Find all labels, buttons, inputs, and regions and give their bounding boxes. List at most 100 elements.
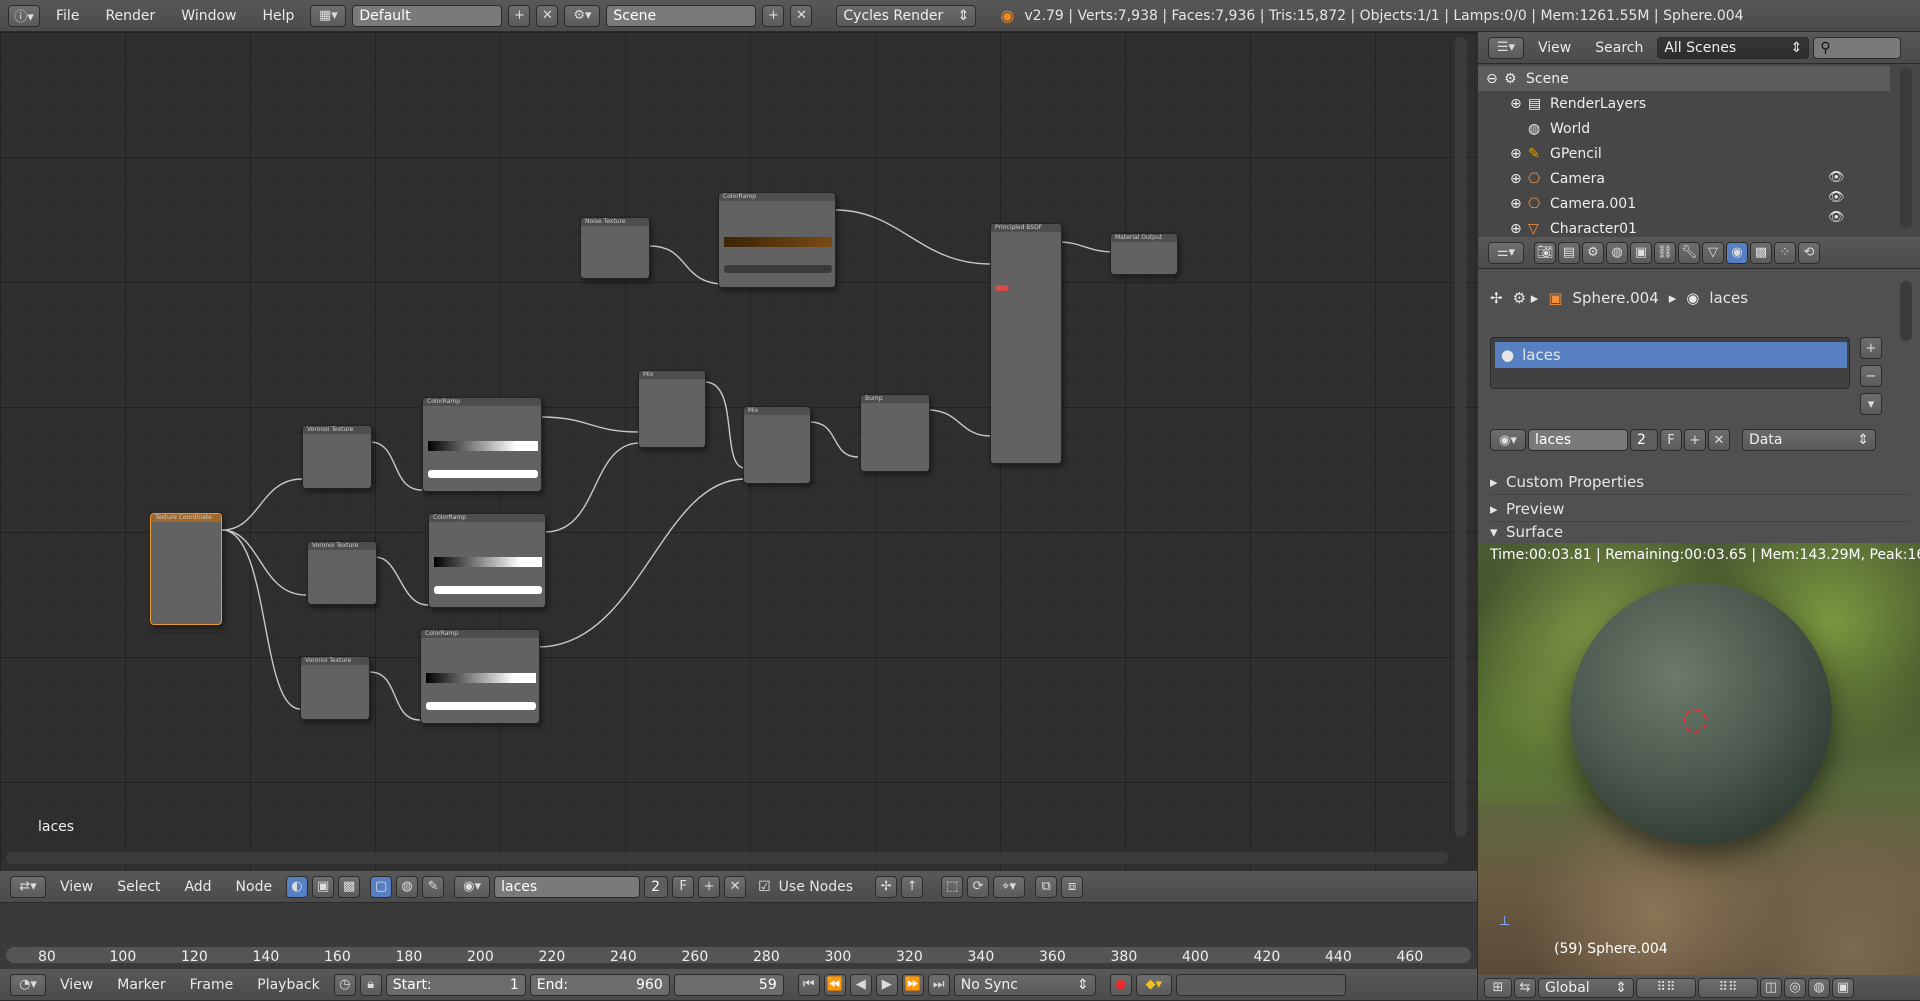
material-browse-icon[interactable]: ◉▾ [1490,429,1526,451]
scene-icon[interactable]: ⚙▾ [564,4,601,27]
object-shader-icon[interactable]: ▢ [370,875,393,898]
physics-tab-icon[interactable]: ⟲ [1798,241,1820,264]
modifiers-tab-icon[interactable]: 🔧︎ [1678,241,1700,264]
scene-tab-icon[interactable]: ⚙ [1582,241,1604,264]
node-material-output[interactable]: Material Output [1110,233,1178,275]
menu-file[interactable]: File [46,8,89,24]
texture-nodes-icon[interactable]: ▩ [338,875,361,898]
node-texture-coordinate[interactable]: Texture Coordinate [150,513,222,625]
pin-icon[interactable]: ✢ [1490,289,1503,307]
constraints-tab-icon[interactable]: ⛓ [1654,241,1676,264]
fake-user-button[interactable]: F [1660,429,1682,451]
node-voronoi-1[interactable]: Voronoi Texture [302,425,372,489]
world-shader-icon[interactable]: ◍ [396,875,419,898]
render-layer-icon[interactable]: ◫ [1760,977,1782,998]
properties-editor-type-icon[interactable]: ⚌▾ [1488,241,1524,264]
material-users-field[interactable]: 2 [644,875,669,898]
node-colorramp-2[interactable]: ColorRamp [428,513,546,608]
vertical-scrollbar[interactable] [1455,37,1467,837]
outliner-row-renderlayers[interactable]: ⊕ ▤ RenderLayers [1478,91,1890,116]
play-icon[interactable]: ▶ [875,973,898,996]
preview-range-icon[interactable]: ◷ [333,973,356,996]
outliner-row-scene[interactable]: ⊖ ⚙ Scene [1478,66,1890,91]
backdrop-icon[interactable]: ⬚ [941,875,964,898]
menu-search[interactable]: Search [1585,40,1653,56]
visibility-eye-icon[interactable]: 👁︎ 👁︎ 👁︎ [1828,170,1845,225]
menu-node[interactable]: Node [226,879,283,895]
menu-render[interactable]: Render [95,8,165,24]
particles-tab-icon[interactable]: ⁘ [1774,241,1796,264]
new-material-icon[interactable]: + [1684,429,1706,451]
panel-surface[interactable]: ▾ Surface [1490,523,1910,543]
expand-icon[interactable]: ⊕ [1510,96,1528,112]
timeline-scrubber[interactable] [6,947,1471,963]
timeline-area[interactable]: 80 100 120 140 160 180 200 220 240 260 280 300 320 34… [0,903,1477,969]
object-tab-icon[interactable]: ▣ [1630,241,1652,264]
menu-view[interactable]: View [50,977,103,993]
fake-user-button[interactable]: F [672,875,695,898]
node-colorramp-top[interactable]: ColorRamp [718,192,836,288]
menu-window[interactable]: Window [171,8,246,24]
panel-preview[interactable]: ▸ Preview [1490,496,1910,522]
add-screen-icon[interactable]: + [508,4,531,27]
transform-manipulator-icon[interactable]: ⇆ [1514,977,1536,998]
pin-icon[interactable]: ✢ [875,875,898,898]
material-name-field[interactable]: laces [494,875,641,898]
material-slot-list[interactable]: ● laces [1490,337,1850,389]
snap-element-icon[interactable]: ▣ [1832,977,1854,998]
expand-icon[interactable]: ⊕ [1510,171,1528,187]
lock-range-icon[interactable]: 🔒︎ [359,973,382,996]
node-mix-1[interactable]: Mix [638,370,706,448]
new-material-icon[interactable]: + [698,875,721,898]
menu-help[interactable]: Help [252,8,304,24]
scene-field[interactable]: Scene [606,4,757,27]
outliner-editor-type-icon[interactable]: ☰▾ [1488,36,1524,59]
linestyle-shader-icon[interactable]: ✎ [422,875,445,898]
layers-tab-icon[interactable]: ▤ [1558,241,1580,264]
copy-nodes-icon[interactable]: ⧉ [1035,875,1058,898]
node-noise-texture[interactable]: Noise Texture [580,217,650,279]
keying-icon[interactable]: ◆▾ [1135,973,1172,996]
display-mode-dropdown[interactable]: All Scenes ⇕ [1657,36,1810,59]
parent-tree-icon[interactable]: ↑ [901,875,924,898]
outliner-scrollbar[interactable] [1900,68,1912,228]
start-frame-field[interactable]: Start: 1 [385,973,526,996]
remove-slot-icon[interactable]: − [1860,365,1882,387]
compositing-nodes-icon[interactable]: ▣ [312,875,335,898]
transform-orientation-dropdown[interactable]: Global ⇕ [1538,977,1634,998]
menu-view[interactable]: View [1528,40,1581,56]
add-scene-icon[interactable]: + [762,4,785,27]
world-tab-icon[interactable]: ◍ [1606,241,1628,264]
layers-grid-icon[interactable]: ⠿⠿ [1636,977,1696,998]
panel-custom-properties[interactable]: ▸ Custom Properties [1490,469,1910,495]
material-tab-icon[interactable]: ◉ [1726,241,1748,264]
keying-set-field[interactable] [1175,973,1346,996]
play-reverse-icon[interactable]: ◀ [849,973,872,996]
menu-marker[interactable]: Marker [107,977,175,993]
menu-view[interactable]: View [50,879,103,895]
material-users-field[interactable]: 2 [1630,429,1658,451]
node-colorramp-3[interactable]: ColorRamp [420,629,540,724]
snap-element-icon[interactable]: ⌖▾ [993,875,1026,898]
end-frame-field[interactable]: End: 960 [529,973,670,996]
expand-icon[interactable]: ⊕ [1510,196,1528,212]
collapse-icon[interactable]: ⊖ [1486,71,1504,87]
material-name-field[interactable]: laces [1528,429,1628,451]
horizontal-scrollbar[interactable] [6,852,1448,864]
remove-screen-icon[interactable]: ✕ [536,4,559,27]
paste-nodes-icon[interactable]: ⧈ [1061,875,1084,898]
timeline-editor-type-icon[interactable]: ◔▾ [10,973,46,996]
jump-start-icon[interactable]: ⏮ [797,973,820,996]
outliner-row-world[interactable]: ◍ World [1478,116,1890,141]
unlink-material-icon[interactable]: ✕ [1708,429,1730,451]
node-mix-2[interactable]: Mix [743,406,811,484]
snap-icon[interactable]: ⟳ [967,875,990,898]
link-mode-dropdown[interactable]: Data ⇕ [1742,429,1876,451]
properties-scrollbar[interactable] [1900,281,1912,341]
jump-keyframe-back-icon[interactable]: ⏪ [823,973,846,996]
menu-add[interactable]: Add [174,879,221,895]
snap-icon[interactable]: ◍ [1808,977,1830,998]
node-editor-canvas[interactable]: Noise Texture ColorRamp Principled BSDF … [0,32,1477,871]
expand-icon[interactable]: ⊕ [1510,146,1528,162]
render-engine-dropdown[interactable]: Cycles Render ⇕ [836,4,977,27]
